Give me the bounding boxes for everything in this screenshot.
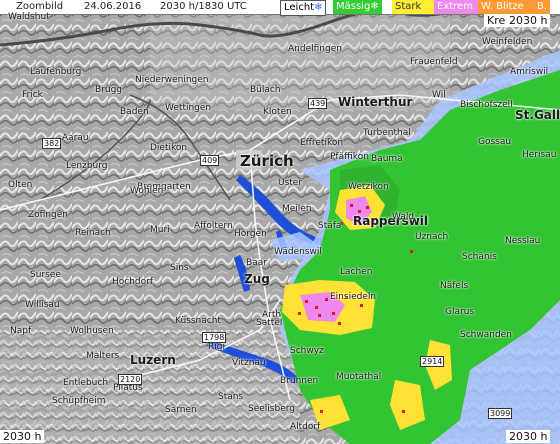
place-muotathal: Muotathal [336,372,382,382]
place-schanis: Schänis [462,252,497,262]
road-marker: 382 [42,138,62,149]
place-bischofszell: Bischofszell [460,100,513,110]
place-muri: Muri [150,225,170,235]
place-einsiedeln: Einsiedeln [330,292,377,302]
place-lenzburg: Lenzburg [66,161,108,171]
place-weinfelden: Weinfelden [482,37,533,47]
place-effretikon: Effretikon [300,138,344,148]
place-wolhusen: Wolhusen [70,326,114,336]
radar-map: Zoombild 24.06.2016 2030 h/1830 UTC Leic… [0,0,560,444]
place-stans: Stans [218,392,244,402]
legend-massig: Mässig❄ [333,0,382,14]
place-horgen: Horgen [234,229,267,239]
place-brugg: Brugg [95,85,123,95]
place-pfaffikon: Pfäffikon [330,152,369,162]
place-frick: Frick [22,90,43,100]
place-schwanden: Schwanden [460,330,512,340]
place-kussnacht: Küssnacht [175,316,221,326]
place-kloten: Kloten [263,107,292,117]
place-andelfingen: Andelfingen [288,44,342,54]
place-stgallen: St.Gallen [515,108,560,122]
time-label: 2030 h/1830 UTC [160,1,247,12]
place-wald: Wald [392,212,415,222]
place-stafa: Stäfa [318,221,342,231]
place-sarnen: Sarnen [165,405,197,415]
top-right-time: 2030 h [506,14,551,27]
place-wadenswil: Wädenswil [274,247,322,257]
place-bulach: Bülach [250,85,281,95]
place-schupfheim: Schüpfheim [52,396,106,406]
place-sursee: Sursee [30,270,61,280]
place-altdorf: Altdorf [290,422,321,432]
place-schwyz: Schwyz [290,346,324,356]
legend-extrem: Extrem [434,0,480,14]
place-laufenburg: Laufenburg [30,67,82,77]
place-winterthur: Winterthur [338,95,413,109]
place-affoltern: Affoltern [194,221,233,231]
place-rigi: Rigi [208,342,225,352]
place-bauma: Bauma [371,154,403,164]
bottom-right-time: 2030 h [506,430,551,443]
place-baden: Baden [120,107,149,117]
road-marker: 409 [200,155,220,166]
place-zofingen: Zofingen [28,210,68,220]
legend-blitze: W. Blitze [478,0,539,14]
place-sins: Sins [170,263,189,273]
place-nesslau: Nesslau [505,236,541,246]
place-lachen: Lachen [340,267,373,277]
place-uster: Uster [278,178,303,188]
place-seelisberg: Seelisberg [248,404,295,414]
place-reinach: Reinach [75,228,111,238]
place-wetzikon: Wetzikon [348,182,389,192]
place-vitznau: Vitznau [232,358,266,368]
place-zug: Zug [244,272,270,286]
place-meilen: Meilen [282,204,312,214]
place-luzern: Luzern [130,353,176,367]
road-marker: 2914 [420,356,445,367]
place-dietikon: Dietikon [150,143,188,153]
legend-leicht: Leicht❄ [280,0,327,16]
place-frauenfeld: Frauenfeld [410,57,458,67]
place-amriswil: Amriswil [510,67,549,77]
place-hochdorf: Hochdorf [112,277,154,287]
road-marker: 1798 [202,332,227,343]
place-niederweningen: Niederweningen [135,75,209,85]
place-herisau: Herisau [522,150,557,160]
place-entlebuch: Entlebuch [63,378,109,388]
place-malters: Malters [86,351,120,361]
road-marker: 439 [308,98,328,109]
road-marker: 3099 [488,408,513,419]
legend-b: B. [534,0,551,14]
place-zurich: Zürich [240,152,294,170]
place-willisau: Willisau [25,300,60,310]
bottom-left-time: 2030 h [0,430,45,443]
place-olten: Olten [8,180,33,190]
road-marker: 2120 [118,374,143,385]
place-wettingen: Wettingen [165,103,212,113]
place-sattel: Sattel [256,318,283,328]
snowflake-icon: ❄ [314,2,323,13]
place-aarau: Aarau [62,133,89,143]
snowflake-icon: ❄ [370,1,379,12]
place-glarus: Glarus [445,307,475,317]
place-napf: Napf [10,326,32,336]
place-rapperswil: Rapperswil [353,214,429,228]
legend-stark: Stark [392,0,436,14]
date-label: 24.06.2016 [84,1,142,12]
place-uznach: Uznach [415,232,449,242]
place-turbenthal: Turbenthal [363,128,411,138]
place-nafels: Näfels [440,281,469,291]
place-waldshut: Waldshut [8,12,50,22]
place-wohlen: Wohlen [130,186,164,196]
place-gossau: Gossau [478,137,512,147]
place-baar: Baar [246,258,267,268]
place-wil: Wil [432,90,446,100]
place-brunnen: Brunnen [280,376,319,386]
